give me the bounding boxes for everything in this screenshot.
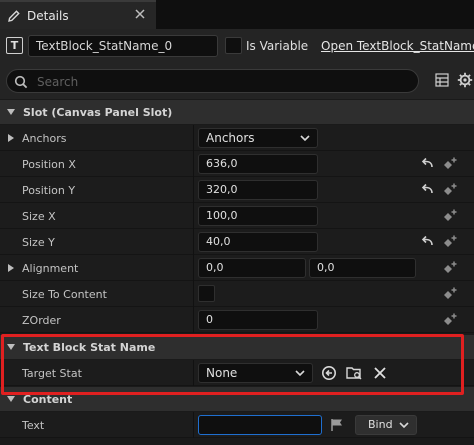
- property-row-position-y: Position Y 320,0: [0, 177, 474, 203]
- property-row-alignment: Alignment 0,0 0,0: [0, 255, 474, 281]
- property-row-size-to-content: Size To Content: [0, 281, 474, 307]
- column-divider: [193, 177, 194, 203]
- property-label: Target Stat: [22, 367, 82, 380]
- position-x-field[interactable]: 636,0: [198, 154, 318, 174]
- property-row-position-x: Position X 636,0: [0, 151, 474, 177]
- is-variable-label: Is Variable: [246, 39, 309, 53]
- keyframe-diamond-icon[interactable]: [442, 182, 458, 198]
- section-title: Content: [23, 392, 73, 406]
- property-label: Text: [22, 419, 45, 432]
- anchors-dropdown[interactable]: Anchors: [198, 128, 318, 148]
- target-stat-dropdown[interactable]: None: [198, 363, 313, 383]
- gear-icon[interactable]: [457, 72, 473, 88]
- dropdown-value: None: [206, 366, 238, 380]
- table-view-icon[interactable]: [435, 73, 449, 87]
- keyframe-diamond-icon[interactable]: [442, 208, 458, 224]
- property-label: Size X: [22, 210, 56, 223]
- keyframe-diamond-icon[interactable]: [442, 286, 458, 302]
- collapse-caret-icon: [7, 396, 15, 402]
- position-y-field[interactable]: 320,0: [198, 180, 318, 200]
- zorder-field[interactable]: 0: [198, 310, 318, 330]
- chevron-down-icon: [300, 135, 310, 142]
- column-divider: [193, 125, 194, 151]
- dropdown-value: Anchors: [206, 131, 255, 145]
- text-field[interactable]: [198, 415, 322, 435]
- expand-caret-icon[interactable]: [8, 134, 14, 142]
- reset-to-default-icon[interactable]: [421, 157, 435, 171]
- reset-to-default-icon[interactable]: [421, 235, 435, 249]
- widget-name-field[interactable]: TextBlock_StatName_0: [28, 35, 218, 57]
- section-text-block-stat-name[interactable]: Text Block Stat Name: [0, 335, 474, 359]
- search-placeholder: Search: [37, 75, 79, 89]
- collapse-caret-icon: [7, 344, 15, 350]
- property-row-size-x: Size X 100,0: [0, 203, 474, 229]
- keyframe-diamond-icon[interactable]: [442, 260, 458, 276]
- keyframe-diamond-icon[interactable]: [442, 312, 458, 328]
- column-divider: [193, 307, 194, 333]
- property-row-text: Text Bind: [0, 412, 474, 438]
- section-slot[interactable]: Slot (Canvas Panel Slot): [0, 100, 474, 124]
- property-row-target-stat: Target Stat None: [0, 360, 474, 386]
- open-widget-link[interactable]: Open TextBlock_StatName: [321, 39, 474, 53]
- property-label: Size Y: [22, 236, 55, 249]
- property-row-anchors: Anchors Anchors: [0, 125, 474, 151]
- tab-label: Details: [27, 8, 69, 23]
- property-row-zorder: ZOrder 0: [0, 307, 474, 333]
- property-label: Anchors: [22, 132, 67, 145]
- column-divider: [193, 360, 194, 386]
- size-to-content-checkbox[interactable]: [198, 285, 215, 302]
- size-x-field[interactable]: 100,0: [198, 206, 318, 226]
- column-divider: [193, 203, 194, 229]
- collapse-caret-icon: [7, 109, 15, 115]
- column-divider: [193, 151, 194, 177]
- browse-asset-icon[interactable]: [346, 365, 363, 381]
- keyframe-diamond-icon[interactable]: [442, 234, 458, 250]
- property-row-size-y: Size Y 40,0: [0, 229, 474, 255]
- section-content[interactable]: Content: [0, 387, 474, 411]
- pencil-icon: [8, 9, 20, 22]
- size-y-field[interactable]: 40,0: [198, 232, 318, 252]
- property-label: Alignment: [22, 262, 79, 275]
- tab-bar: Details: [0, 0, 474, 29]
- property-label: ZOrder: [22, 314, 61, 327]
- bind-button[interactable]: Bind: [355, 415, 417, 435]
- expand-caret-icon[interactable]: [8, 264, 14, 272]
- search-icon: [14, 75, 28, 89]
- search-input[interactable]: Search: [6, 69, 419, 93]
- column-divider: [193, 229, 194, 255]
- property-label: Size To Content: [22, 288, 107, 301]
- widget-name-row: T TextBlock_StatName_0 Is Variable Open …: [0, 29, 474, 63]
- close-icon[interactable]: [134, 8, 146, 20]
- search-row: Search: [0, 63, 474, 99]
- text-type-icon: T: [6, 37, 23, 54]
- chevron-down-icon: [295, 370, 305, 377]
- reset-to-default-icon[interactable]: [421, 183, 435, 197]
- tab-details[interactable]: Details: [0, 0, 156, 29]
- keyframe-diamond-icon[interactable]: [442, 156, 458, 172]
- flag-icon[interactable]: [330, 418, 344, 432]
- alignment-x-field[interactable]: 0,0: [198, 258, 306, 278]
- section-title: Slot (Canvas Panel Slot): [23, 105, 173, 119]
- property-label: Position X: [22, 158, 76, 171]
- property-label: Position Y: [22, 184, 76, 197]
- use-selected-asset-icon[interactable]: [321, 365, 337, 381]
- column-divider: [193, 281, 194, 307]
- is-variable-checkbox[interactable]: [225, 37, 242, 54]
- alignment-y-field[interactable]: 0,0: [309, 258, 416, 278]
- column-divider: [193, 255, 194, 281]
- clear-icon[interactable]: [373, 366, 387, 380]
- chevron-down-icon: [399, 422, 409, 429]
- section-title: Text Block Stat Name: [23, 340, 156, 354]
- column-divider: [193, 412, 194, 438]
- bind-label: Bind: [368, 418, 393, 431]
